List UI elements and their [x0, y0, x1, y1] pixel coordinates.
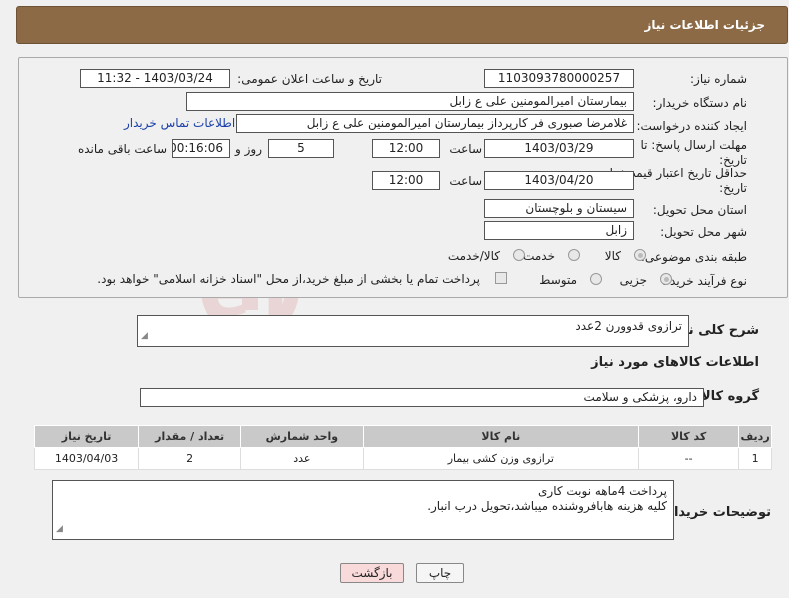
page-title: جزئیات اطلاعات نیاز: [644, 18, 765, 32]
price-validity-time-field: 12:00: [372, 171, 440, 190]
category-label: طبقه بندی موضوعی:: [640, 250, 747, 264]
category-radio-service[interactable]: [568, 249, 580, 261]
table-header-row: ردیف کد کالا نام کالا واحد شمارش تعداد /…: [33, 425, 772, 448]
city-label: شهر محل تحویل:: [660, 225, 747, 239]
process-radio-minor[interactable]: [660, 273, 672, 285]
category-radio-goods[interactable]: [634, 249, 646, 261]
buyer-notes-line-2: کلیه هزینه هابافروشنده میباشد،تحویل درب …: [427, 499, 667, 513]
print-button[interactable]: چاپ: [416, 563, 464, 583]
deadline-label-date: تاریخ:: [719, 153, 747, 167]
price-validity-label-date: تاریخ:: [719, 181, 747, 195]
creator-label: ایجاد کننده درخواست:: [636, 119, 747, 133]
buyer-org-label: نام دستگاه خریدار:: [652, 96, 748, 110]
days-label: روز و: [235, 142, 262, 156]
description-text: ترازوی قدوورن 2عدد: [575, 319, 682, 333]
process-option-medium: متوسط: [539, 273, 577, 287]
deadline-date-field: 1403/03/29: [484, 139, 634, 158]
category-option-service: خدمت: [523, 249, 555, 263]
process-radio-medium[interactable]: [590, 273, 602, 285]
cell-item-name: ترازوی وزن کشی بیمار: [362, 447, 640, 470]
deadline-time-label: ساعت: [449, 142, 482, 156]
resize-grip-icon[interactable]: ◢: [56, 522, 63, 537]
col-header-item-name: نام کالا: [362, 425, 640, 448]
buyer-notes-line-1: پرداخت 4ماهه نوبت کاری: [538, 484, 667, 498]
table-row: 1 -- ترازوی وزن کشی بیمار عدد 2 1403/04/…: [33, 447, 772, 470]
col-header-need-date: تاریخ نیاز: [33, 425, 140, 448]
goods-table: ردیف کد کالا نام کالا واحد شمارش تعداد /…: [33, 425, 772, 470]
remaining-time-field: 00:16:06: [172, 139, 230, 158]
back-button[interactable]: بازگشت: [340, 563, 404, 583]
cell-item-code: --: [638, 447, 740, 470]
buyer-org-field: بیمارستان امیرالمومنین علی ع زابل: [186, 92, 634, 111]
deadline-label: مهلت ارسال پاسخ: تا: [640, 138, 747, 152]
need-number-label: شماره نیاز:: [690, 72, 747, 86]
cell-row-number: 1: [738, 447, 772, 470]
buyer-notes-label: توضیحات خریدار:: [661, 505, 771, 520]
days-field: 5: [268, 139, 334, 158]
cell-quantity: 2: [138, 447, 242, 470]
col-header-unit: واحد شمارش: [240, 425, 364, 448]
col-header-quantity: تعداد / مقدار: [138, 425, 242, 448]
treasury-payment-checkbox[interactable]: [495, 272, 507, 284]
buyer-notes-field: پرداخت 4ماهه نوبت کاری کلیه هزینه هابافر…: [52, 480, 674, 540]
deadline-time-field: 12:00: [372, 139, 440, 158]
goods-group-field: دارو، پزشکی و سلامت: [140, 388, 704, 407]
cell-unit: عدد: [240, 447, 364, 470]
cell-need-date: 1403/04/03: [33, 447, 140, 470]
treasury-payment-note: پرداخت تمام یا بخشی از مبلغ خرید،از محل …: [97, 272, 480, 286]
category-radio-goods-service[interactable]: [513, 249, 525, 261]
price-validity-time-label: ساعت: [449, 174, 482, 188]
process-option-minor: جزیی: [619, 273, 647, 287]
remaining-label: ساعت باقی مانده: [77, 142, 167, 156]
announce-date-field: 1403/03/24 - 11:32: [80, 69, 230, 88]
col-header-item-code: کد کالا: [638, 425, 740, 448]
resize-grip-icon[interactable]: ◢: [141, 329, 148, 344]
creator-field: غلامرضا صبوری فر کارپرداز بیمارستان امیر…: [236, 114, 634, 133]
need-number-field: 1103093780000257: [484, 69, 634, 88]
announce-date-label: تاریخ و ساعت اعلان عمومی:: [237, 72, 382, 86]
goods-section-title: اطلاعات کالاهای مورد نیاز: [591, 355, 759, 370]
category-option-goods-service: کالا/خدمت: [447, 249, 500, 263]
col-header-row-number: ردیف: [738, 425, 772, 448]
process-label: نوع فرآیند خرید :: [662, 274, 747, 288]
category-option-goods: کالا: [604, 249, 621, 263]
buyer-contact-link[interactable]: اطلاعات تماس خریدار: [124, 116, 235, 130]
province-label: استان محل تحویل:: [652, 203, 747, 217]
city-field: زابل: [484, 221, 634, 240]
page-header: جزئیات اطلاعات نیاز: [16, 6, 788, 44]
province-field: سیستان و بلوچستان: [484, 199, 634, 218]
price-validity-date-field: 1403/04/20: [484, 171, 634, 190]
goods-group-label: گروه کالا:: [695, 389, 759, 404]
description-field: ترازوی قدوورن 2عدد ◢: [137, 315, 689, 347]
